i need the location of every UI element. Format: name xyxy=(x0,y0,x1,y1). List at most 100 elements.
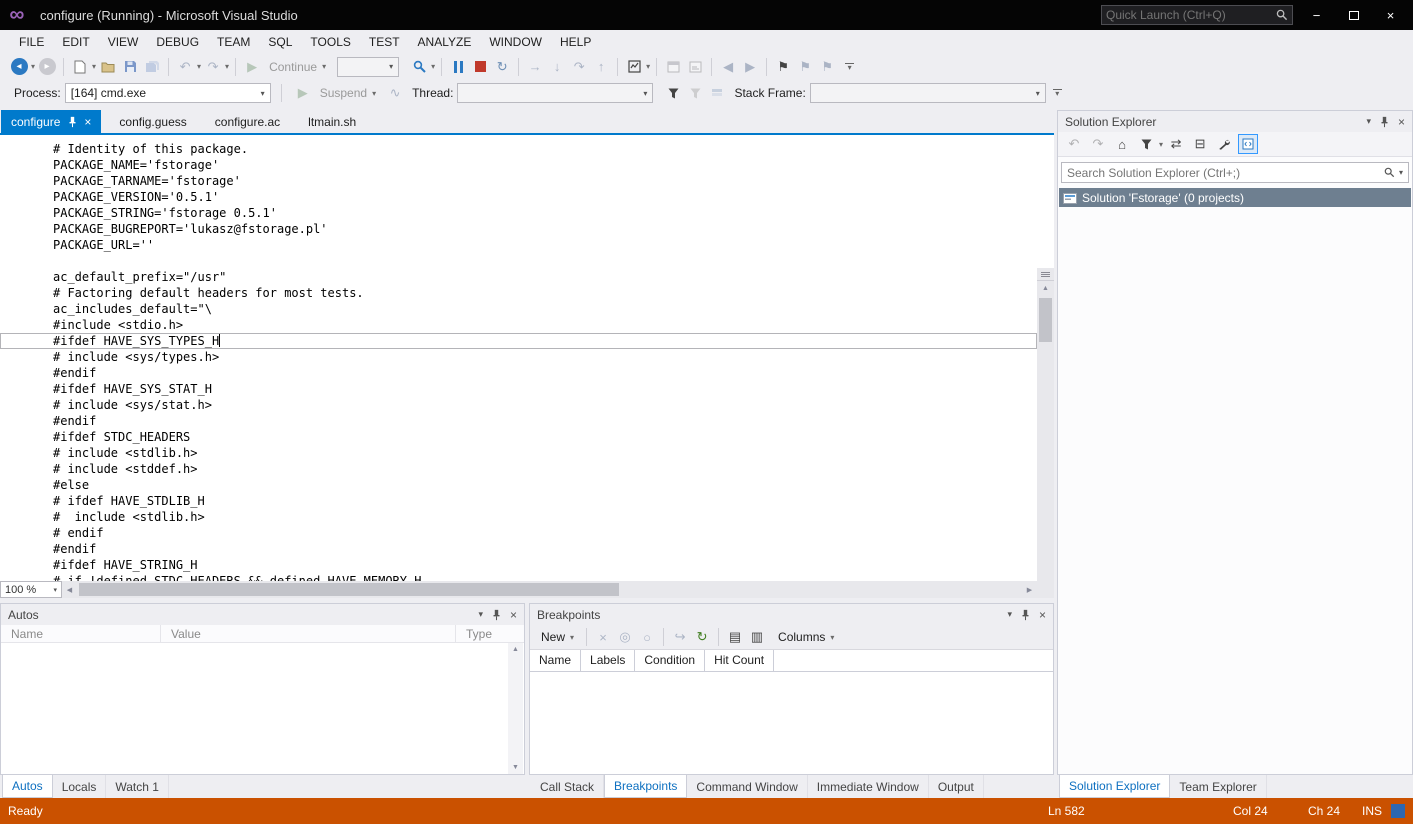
find-chevron-icon[interactable]: ▾ xyxy=(431,62,435,71)
menu-item[interactable]: TEST xyxy=(360,31,409,53)
window-position-icon[interactable]: ▾ xyxy=(1366,116,1371,127)
search-icon[interactable] xyxy=(1384,167,1395,178)
tool-window-tab[interactable]: Output xyxy=(929,775,984,798)
menu-item[interactable]: EDIT xyxy=(53,31,98,53)
step-over-icon[interactable]: ↷ xyxy=(569,57,589,77)
save-icon[interactable] xyxy=(120,57,140,77)
navigate-forward-icon[interactable]: ↷ xyxy=(1088,134,1108,154)
code-lines[interactable]: # Identity of this package. PACKAGE_NAME=… xyxy=(0,141,1037,581)
filter-icon[interactable] xyxy=(1136,134,1156,154)
import-breakpoints-icon[interactable]: ▥ xyxy=(747,627,767,647)
code-line[interactable]: #include <stdio.h> xyxy=(0,317,1037,333)
code-line[interactable]: #endif xyxy=(0,413,1037,429)
code-line[interactable]: #ifdef HAVE_STRING_H xyxy=(0,557,1037,573)
properties-icon[interactable] xyxy=(1214,134,1234,154)
code-line[interactable]: # Factoring default headers for most tes… xyxy=(0,285,1037,301)
zoom-select[interactable]: 100 % ▾ xyxy=(0,581,62,598)
break-all-icon[interactable] xyxy=(448,57,468,77)
menu-item[interactable]: VIEW xyxy=(99,31,148,53)
next-bookmark-icon[interactable]: ⚑ xyxy=(817,57,837,77)
toolbar-options-icon[interactable]: ▾ xyxy=(845,62,855,71)
thread-select[interactable]: ▾ xyxy=(457,83,654,103)
step-into-icon[interactable]: ↓ xyxy=(547,57,567,77)
tool-window-tab[interactable]: Watch 1 xyxy=(106,775,169,798)
collapse-all-icon[interactable]: ⊟ xyxy=(1190,134,1210,154)
tool-window-tab[interactable]: Solution Explorer xyxy=(1059,775,1171,798)
search-options-chevron-icon[interactable]: ▾ xyxy=(1399,168,1403,177)
find-previous-icon[interactable]: ◀ xyxy=(718,57,738,77)
toggle-bookmark-icon[interactable]: ⚑ xyxy=(773,57,793,77)
menu-item[interactable]: FILE xyxy=(10,31,53,53)
undo-chevron-icon[interactable]: ▾ xyxy=(197,62,201,71)
new-breakpoint-button[interactable]: New ▾ xyxy=(535,628,581,646)
code-line[interactable]: # endif xyxy=(0,525,1037,541)
open-file-icon[interactable] xyxy=(98,57,118,77)
stop-debugging-icon[interactable] xyxy=(470,57,490,77)
goto-disassembly-icon[interactable]: ↻ xyxy=(692,627,712,647)
autos-body[interactable]: ▲ ▼ xyxy=(1,643,524,774)
code-line[interactable]: #ifdef HAVE_SYS_TYPES_H xyxy=(0,333,1037,349)
disable-all-breakpoints-icon[interactable]: ◎ xyxy=(615,627,635,647)
delete-breakpoint-icon[interactable]: × xyxy=(593,627,613,647)
suspend-chevron-icon[interactable]: ▾ xyxy=(372,89,376,98)
suspend-button[interactable]: Suspend xyxy=(320,86,367,100)
tool-window-tab[interactable]: Team Explorer xyxy=(1170,775,1267,798)
code-line[interactable]: #endif xyxy=(0,541,1037,557)
code-line[interactable]: # include <stdlib.h> xyxy=(0,445,1037,461)
document-tab[interactable]: config.guess × xyxy=(109,110,196,133)
previous-bookmark-icon[interactable]: ⚑ xyxy=(795,57,815,77)
preview-selected-items-icon[interactable] xyxy=(1238,134,1259,154)
redo-chevron-icon[interactable]: ▾ xyxy=(225,62,229,71)
tool-window-tab[interactable]: Command Window xyxy=(687,775,808,798)
menu-item[interactable]: ANALYZE xyxy=(409,31,481,53)
scrollbar-thumb[interactable] xyxy=(1039,298,1052,342)
continue-button[interactable]: Continue xyxy=(269,60,317,74)
find-next-icon[interactable]: ▶ xyxy=(740,57,760,77)
maximize-button[interactable] xyxy=(1335,0,1372,30)
tool-window-tab[interactable]: Autos xyxy=(2,775,53,798)
restart-icon[interactable]: ↻ xyxy=(492,57,512,77)
code-editor[interactable]: # Identity of this package. PACKAGE_NAME=… xyxy=(0,133,1054,581)
show-threads-icon[interactable]: ∿ xyxy=(385,83,405,103)
scroll-right-icon[interactable]: ▶ xyxy=(1022,581,1037,598)
solution-search-input[interactable] xyxy=(1067,165,1384,180)
solution-tree-item[interactable]: Solution 'Fstorage' (0 projects) xyxy=(1059,188,1411,207)
scroll-up-icon[interactable]: ▲ xyxy=(508,643,523,656)
code-line[interactable]: # include <sys/stat.h> xyxy=(0,397,1037,413)
autos-scrollbar[interactable]: ▲ ▼ xyxy=(508,643,523,774)
window-position-icon[interactable]: ▾ xyxy=(478,609,483,620)
scrollbar-track[interactable] xyxy=(77,581,1022,598)
code-line[interactable]: PACKAGE_VERSION='0.5.1' xyxy=(0,189,1037,205)
tool-window-tab[interactable]: Breakpoints xyxy=(604,775,688,798)
scroll-left-icon[interactable]: ◀ xyxy=(62,581,77,598)
solution-explorer-search[interactable]: ▾ xyxy=(1061,162,1409,183)
output-window-icon[interactable] xyxy=(663,57,683,77)
code-line[interactable]: #endif xyxy=(0,365,1037,381)
code-line[interactable]: PACKAGE_STRING='fstorage 0.5.1' xyxy=(0,205,1037,221)
sync-with-active-document-icon[interactable]: ⇄ xyxy=(1166,134,1186,154)
splitter-grip[interactable] xyxy=(1037,268,1054,281)
pin-icon[interactable] xyxy=(1380,116,1389,128)
close-icon[interactable]: × xyxy=(1398,115,1405,129)
code-line[interactable]: PACKAGE_BUGREPORT='lukasz@fstorage.pl' xyxy=(0,221,1037,237)
process-select[interactable]: [164] cmd.exe ▾ xyxy=(64,83,271,103)
tool-window-tab[interactable]: Call Stack xyxy=(531,775,605,798)
document-tab[interactable]: ltmain.sh × xyxy=(298,110,366,133)
new-file-icon[interactable] xyxy=(70,57,90,77)
flagged-threads-filter-icon[interactable] xyxy=(685,83,705,103)
tool-window-tab[interactable]: Immediate Window xyxy=(808,775,929,798)
step-out-icon[interactable]: ↑ xyxy=(591,57,611,77)
close-button[interactable]: × xyxy=(1372,0,1409,30)
continue-chevron-icon[interactable]: ▾ xyxy=(322,62,326,71)
pin-icon[interactable] xyxy=(68,116,77,128)
navigate-back-icon[interactable]: ↶ xyxy=(1064,134,1084,154)
scrollbar-thumb[interactable] xyxy=(79,583,619,596)
debug-target-select[interactable]: ▾ xyxy=(337,56,400,77)
pin-icon[interactable] xyxy=(1021,609,1030,621)
diagnostic-tools-icon[interactable] xyxy=(624,57,644,77)
notifications-icon[interactable] xyxy=(1391,804,1405,818)
home-icon[interactable]: ⌂ xyxy=(1112,134,1132,154)
filter-threads-icon[interactable] xyxy=(663,83,683,103)
code-line[interactable]: #ifdef STDC_HEADERS xyxy=(0,429,1037,445)
menu-item[interactable]: TOOLS xyxy=(301,31,359,53)
